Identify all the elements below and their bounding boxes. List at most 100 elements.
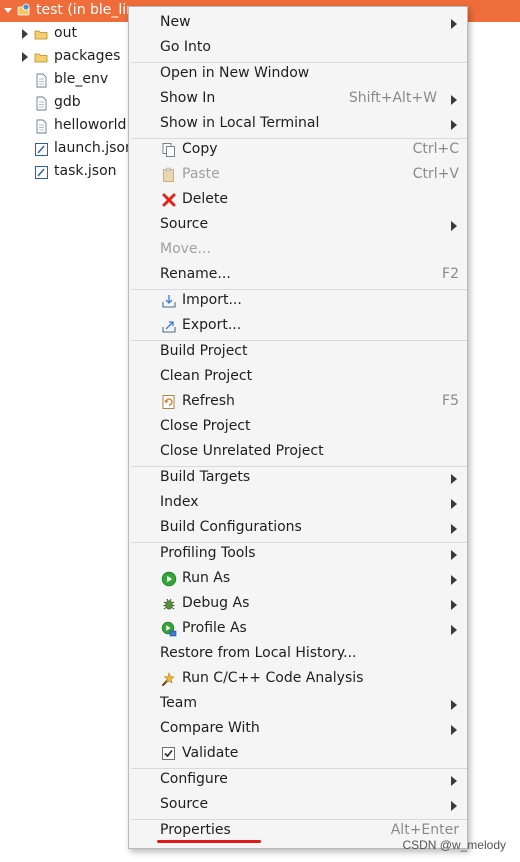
tree-item-ble-env[interactable]: ble_env xyxy=(0,69,130,92)
submenu-arrow-icon xyxy=(451,600,457,610)
menu-item-label: Open in New Window xyxy=(160,65,310,81)
menu-shortcut: Alt+Enter xyxy=(390,822,459,838)
expand-arrow-icon[interactable] xyxy=(22,52,28,62)
menu-item-new[interactable]: New xyxy=(129,11,467,36)
expand-arrow-icon[interactable] xyxy=(22,29,28,39)
menu-item-refresh[interactable]: Refresh F5 xyxy=(129,390,467,415)
menu-item-label: New xyxy=(160,14,191,30)
tree-item-label: packages xyxy=(54,48,121,64)
menu-item-label: Rename... xyxy=(160,266,231,282)
tree-item-label: helloworld xyxy=(54,117,127,133)
tree-item-gdb[interactable]: gdb xyxy=(0,92,130,115)
menu-item-index[interactable]: Index xyxy=(129,491,467,516)
run-icon xyxy=(161,571,177,587)
menu-item-label: Restore from Local History... xyxy=(160,645,357,661)
menu-item-close-unrelated-project[interactable]: Close Unrelated Project xyxy=(129,440,467,465)
menu-item-import[interactable]: Import... xyxy=(129,289,467,314)
menu-item-label: Refresh xyxy=(182,393,235,409)
menu-item-label: Show In xyxy=(160,90,216,106)
menu-item-copy[interactable]: Copy Ctrl+C xyxy=(129,138,467,163)
tree-item-out[interactable]: out xyxy=(0,23,130,46)
submenu-arrow-icon xyxy=(451,801,457,811)
menu-item-label: Show in Local Terminal xyxy=(160,115,320,131)
menu-shortcut: Ctrl+V xyxy=(412,166,459,182)
menu-item-validate[interactable]: Validate xyxy=(129,742,467,767)
submenu-arrow-icon xyxy=(451,120,457,130)
code-analysis-icon xyxy=(161,672,175,687)
submenu-arrow-icon xyxy=(451,19,457,29)
submenu-arrow-icon xyxy=(451,625,457,635)
submenu-arrow-icon xyxy=(451,725,457,735)
menu-item-label: Import... xyxy=(182,292,242,308)
menu-item-label: Debug As xyxy=(182,595,250,611)
file-icon xyxy=(36,73,47,88)
menu-item-label: Copy xyxy=(182,141,218,157)
tree-item-launch-json[interactable]: launch.json xyxy=(0,138,134,161)
submenu-arrow-icon xyxy=(451,776,457,786)
tree-item-helloworld[interactable]: helloworld xyxy=(0,115,130,138)
menu-item-show-in[interactable]: Show In Shift+Alt+W xyxy=(129,87,467,112)
json-file-icon xyxy=(35,166,48,179)
submenu-arrow-icon xyxy=(451,499,457,509)
menu-item-run-as[interactable]: Run As xyxy=(129,567,467,592)
menu-item-label: Build Targets xyxy=(160,469,251,485)
menu-item-compare-with[interactable]: Compare With xyxy=(129,717,467,742)
submenu-arrow-icon xyxy=(451,700,457,710)
menu-item-go-into[interactable]: Go Into xyxy=(129,36,467,61)
menu-shortcut: F5 xyxy=(442,393,459,409)
menu-item-configure[interactable]: Configure xyxy=(129,768,467,793)
menu-item-build-targets[interactable]: Build Targets xyxy=(129,466,467,491)
menu-item-label: Paste xyxy=(182,166,220,182)
menu-item-move[interactable]: Move... xyxy=(129,238,467,263)
menu-item-build-project[interactable]: Build Project xyxy=(129,340,467,365)
json-file-icon xyxy=(35,143,48,156)
profile-icon xyxy=(161,621,177,637)
menu-item-delete[interactable]: Delete xyxy=(129,188,467,213)
submenu-arrow-icon xyxy=(451,95,457,105)
menu-item-build-configurations[interactable]: Build Configurations xyxy=(129,516,467,541)
submenu-arrow-icon xyxy=(451,550,457,560)
menu-item-show-local-terminal[interactable]: Show in Local Terminal xyxy=(129,112,467,137)
menu-item-source-2[interactable]: Source xyxy=(129,793,467,818)
menu-item-label: Build Project xyxy=(160,343,248,359)
menu-item-clean-project[interactable]: Clean Project xyxy=(129,365,467,390)
collapse-arrow-icon[interactable] xyxy=(4,8,12,13)
menu-item-restore-local-history[interactable]: Restore from Local History... xyxy=(129,642,467,667)
tree-item-task-json[interactable]: task.json xyxy=(0,161,130,184)
menu-item-open-new-window[interactable]: Open in New Window xyxy=(129,62,467,87)
menu-item-label: Validate xyxy=(182,745,239,761)
tree-item-label: gdb xyxy=(54,94,81,110)
menu-item-label: Profiling Tools xyxy=(160,545,256,561)
context-menu: New Go Into Open in New Window Show In S… xyxy=(128,6,468,849)
menu-item-label: Go Into xyxy=(160,39,211,55)
menu-item-label: Configure xyxy=(160,771,228,787)
menu-item-profiling-tools[interactable]: Profiling Tools xyxy=(129,542,467,567)
menu-item-label: Index xyxy=(160,494,199,510)
menu-item-debug-as[interactable]: Debug As xyxy=(129,592,467,617)
export-icon xyxy=(162,321,176,333)
submenu-arrow-icon xyxy=(451,221,457,231)
watermark: CSDN @w_melody xyxy=(402,838,506,852)
menu-item-label: Delete xyxy=(182,191,228,207)
menu-item-paste[interactable]: Paste Ctrl+V xyxy=(129,163,467,188)
menu-item-export[interactable]: Export... xyxy=(129,314,467,339)
menu-item-label: Team xyxy=(160,695,198,711)
project-icon xyxy=(17,3,30,16)
file-icon xyxy=(36,96,47,111)
debug-icon xyxy=(163,598,175,610)
menu-item-team[interactable]: Team xyxy=(129,692,467,717)
folder-icon xyxy=(34,30,48,40)
submenu-arrow-icon xyxy=(451,474,457,484)
menu-item-run-code-analysis[interactable]: Run C/C++ Code Analysis xyxy=(129,667,467,692)
menu-item-source[interactable]: Source xyxy=(129,213,467,238)
menu-item-rename[interactable]: Rename... F2 xyxy=(129,263,467,288)
menu-item-profile-as[interactable]: Profile As xyxy=(129,617,467,642)
menu-item-label: Compare With xyxy=(160,720,260,736)
submenu-arrow-icon xyxy=(451,524,457,534)
menu-item-close-project[interactable]: Close Project xyxy=(129,415,467,440)
file-icon xyxy=(36,119,47,134)
submenu-arrow-icon xyxy=(451,575,457,585)
menu-item-label: Run As xyxy=(182,570,231,586)
tree-item-packages[interactable]: packages xyxy=(0,46,130,69)
refresh-icon xyxy=(162,395,175,409)
